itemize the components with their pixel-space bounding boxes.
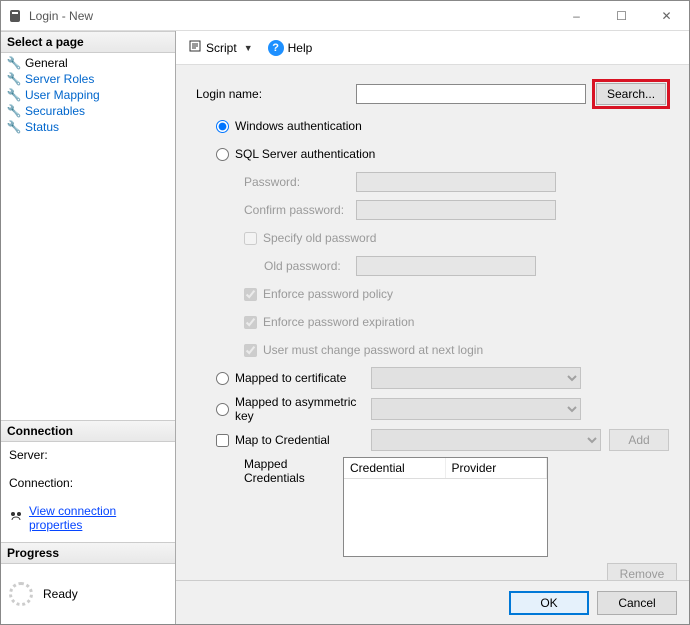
old-password-label: Old password: — [196, 259, 356, 273]
script-label: Script — [206, 41, 237, 55]
password-input — [356, 172, 556, 192]
page-item-server-roles[interactable]: 🔧 Server Roles — [5, 71, 171, 87]
minimize-button[interactable]: – — [554, 1, 599, 31]
mapped-credentials-label: Mapped Credentials — [196, 457, 343, 485]
help-icon: ? — [268, 40, 284, 56]
toolbar: Script ▼ ? Help — [176, 31, 689, 65]
page-item-user-mapping[interactable]: 🔧 User Mapping — [5, 87, 171, 103]
login-name-input[interactable] — [356, 84, 586, 104]
mapped-asym-label: Mapped to asymmetric key — [235, 395, 371, 423]
wrench-icon: 🔧 — [7, 120, 21, 134]
mapped-asym-select — [371, 398, 581, 420]
windows-auth-radio-input[interactable] — [216, 120, 229, 133]
enforce-policy-checkbox — [244, 288, 257, 301]
connection-header: Connection — [1, 420, 175, 442]
map-cred-select — [371, 429, 601, 451]
page-item-securables[interactable]: 🔧 Securables — [5, 103, 171, 119]
maximize-button[interactable]: ☐ — [599, 1, 644, 31]
close-button[interactable]: ✕ — [644, 1, 689, 31]
password-label: Password: — [196, 175, 356, 189]
mapped-cert-select — [371, 367, 581, 389]
progress-spinner-icon — [9, 582, 33, 606]
mapped-credentials-table: Credential Provider — [343, 457, 548, 557]
progress-body: Ready — [1, 564, 175, 624]
specify-old-password-label: Specify old password — [263, 231, 376, 245]
page-item-general[interactable]: 🔧 General — [5, 55, 171, 71]
must-change-check: User must change password at next login — [196, 343, 677, 357]
wrench-icon: 🔧 — [7, 56, 21, 70]
enforce-policy-check: Enforce password policy — [196, 287, 677, 301]
dialog-footer: OK Cancel — [176, 580, 689, 624]
app-icon — [7, 8, 23, 24]
page-label: Server Roles — [25, 72, 94, 86]
wrench-icon: 🔧 — [7, 104, 21, 118]
page-label: User Mapping — [25, 88, 100, 102]
map-cred-check[interactable]: Map to Credential — [196, 433, 371, 447]
windows-auth-label: Windows authentication — [235, 119, 362, 133]
mapped-cert-label: Mapped to certificate — [235, 371, 346, 385]
sql-auth-radio-input[interactable] — [216, 148, 229, 161]
window-title: Login - New — [29, 9, 93, 23]
progress-status: Ready — [43, 587, 78, 601]
page-item-status[interactable]: 🔧 Status — [5, 119, 171, 135]
title-bar: Login - New – ☐ ✕ — [1, 1, 689, 31]
cred-header-provider: Provider — [446, 458, 548, 478]
ok-button[interactable]: OK — [509, 591, 589, 615]
specify-old-password-checkbox — [244, 232, 257, 245]
enforce-policy-label: Enforce password policy — [263, 287, 393, 301]
cancel-button[interactable]: Cancel — [597, 591, 677, 615]
windows-auth-radio[interactable]: Windows authentication — [196, 119, 677, 133]
sql-auth-radio[interactable]: SQL Server authentication — [196, 147, 677, 161]
script-icon — [188, 39, 202, 56]
help-button[interactable]: ? Help — [264, 38, 317, 58]
mapped-cert-radio[interactable]: Mapped to certificate — [196, 371, 371, 385]
confirm-password-input — [356, 200, 556, 220]
mapped-cert-radio-input[interactable] — [216, 372, 229, 385]
map-cred-label: Map to Credential — [235, 433, 330, 447]
chevron-down-icon: ▼ — [241, 43, 256, 53]
wrench-icon: 🔧 — [7, 88, 21, 102]
mapped-asym-radio[interactable]: Mapped to asymmetric key — [196, 395, 371, 423]
help-label: Help — [288, 41, 313, 55]
form-area: Login name: Search... Windows authentica… — [176, 65, 689, 580]
page-label: Securables — [25, 104, 85, 118]
connection-body: Server: Connection: View connection prop… — [1, 442, 175, 542]
must-change-label: User must change password at next login — [263, 343, 483, 357]
enforce-expiration-check: Enforce password expiration — [196, 315, 677, 329]
connection-label: Connection: — [9, 476, 167, 490]
remove-button: Remove — [607, 563, 677, 580]
enforce-expiration-label: Enforce password expiration — [263, 315, 414, 329]
server-label: Server: — [9, 448, 167, 462]
content: Script ▼ ? Help Login name: Search... Wi… — [176, 31, 689, 624]
select-page-header: Select a page — [1, 31, 175, 53]
enforce-expiration-checkbox — [244, 316, 257, 329]
page-label: General — [25, 56, 68, 70]
login-name-label: Login name: — [196, 87, 356, 101]
cred-header-credential: Credential — [344, 458, 446, 478]
wrench-icon: 🔧 — [7, 72, 21, 86]
view-connection-properties-label: View connection properties — [29, 504, 167, 532]
old-password-input — [356, 256, 536, 276]
connection-icon — [9, 510, 23, 527]
script-button[interactable]: Script ▼ — [184, 37, 260, 58]
mapped-asym-radio-input[interactable] — [216, 403, 229, 416]
page-list: 🔧 General 🔧 Server Roles 🔧 User Mapping … — [1, 53, 175, 137]
view-connection-properties-link[interactable]: View connection properties — [9, 504, 167, 532]
progress-header: Progress — [1, 542, 175, 564]
page-label: Status — [25, 120, 59, 134]
sql-auth-label: SQL Server authentication — [235, 147, 375, 161]
search-button[interactable]: Search... — [596, 83, 666, 105]
sidebar: Select a page 🔧 General 🔧 Server Roles 🔧… — [1, 31, 176, 624]
map-cred-checkbox[interactable] — [216, 434, 229, 447]
add-button: Add — [609, 429, 669, 451]
confirm-password-label: Confirm password: — [196, 203, 356, 217]
specify-old-password-check: Specify old password — [196, 231, 677, 245]
must-change-checkbox — [244, 344, 257, 357]
